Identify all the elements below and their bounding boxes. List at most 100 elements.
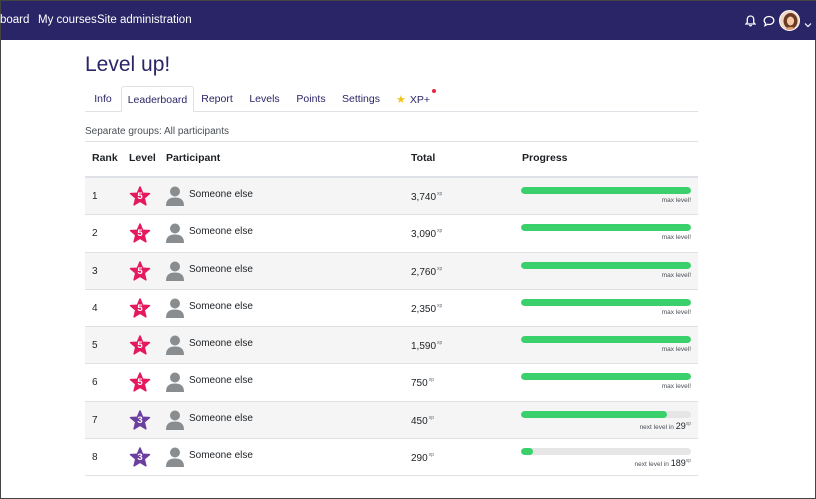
- progress-label-value: 189: [670, 458, 686, 469]
- level-badge-icon: 5: [129, 335, 151, 357]
- total-value: 2,760: [411, 266, 437, 278]
- total-value: 290: [411, 453, 428, 465]
- table-row: 1 5 Someone else 3,740xp max level!: [85, 178, 698, 216]
- xp-unit: xp: [428, 452, 434, 459]
- progress-label-text: max level!: [661, 271, 691, 279]
- table-header: Rank Level Participant Total Progress: [85, 141, 698, 178]
- xp-unit: xp: [437, 265, 443, 272]
- xp-unit: xp: [437, 191, 443, 197]
- level-badge-icon: 5: [129, 260, 151, 283]
- level-value: 5: [137, 265, 143, 277]
- level-badge-icon: 5: [129, 186, 151, 208]
- table-row: 6 5 Someone else 750xp max level!: [85, 364, 698, 402]
- level-badge-icon: 3: [129, 447, 151, 469]
- nav-site-administration-link[interactable]: Site administration: [97, 14, 192, 26]
- tab-xp-plus[interactable]: ★ XP+: [394, 86, 436, 112]
- total-xp: 2,350xp: [411, 303, 442, 315]
- progress-label: max level!: [662, 383, 691, 390]
- progress-label: max level!: [662, 309, 691, 316]
- total-xp: 290xp: [411, 452, 434, 464]
- chevron-down-icon[interactable]: [804, 16, 812, 34]
- user-avatar-icon: [165, 260, 185, 285]
- groups-label: Separate groups: All participants: [85, 126, 229, 137]
- total-value: 3,090: [411, 229, 437, 241]
- level-value: 3: [137, 452, 143, 464]
- rank-value: 7: [92, 414, 98, 426]
- tab-levels[interactable]: Levels: [242, 86, 287, 112]
- total-value: 450: [411, 415, 428, 427]
- nav-dashboard-link[interactable]: board: [0, 14, 29, 26]
- rank-value: 2: [92, 228, 98, 240]
- user-avatar-icon: [165, 222, 185, 247]
- progress-bar-fill: [521, 224, 691, 232]
- total-xp: 3,740xp: [411, 191, 442, 203]
- participant-name-link[interactable]: Someone else: [189, 450, 253, 461]
- chat-icon[interactable]: [763, 14, 775, 32]
- level-badge-icon: 5: [129, 298, 151, 320]
- header-participant: Participant: [166, 152, 221, 164]
- table-row: 7 3 Someone else 450 xp next level in 29xp: [85, 401, 698, 440]
- user-avatar-icon: [165, 409, 185, 434]
- rank-value: 1: [92, 191, 98, 202]
- total-xp: 2,760xp: [411, 266, 442, 278]
- progress-bar-fill: [521, 187, 691, 194]
- participant-name-link[interactable]: Someone else: [189, 413, 253, 424]
- tab-points[interactable]: Points: [291, 86, 331, 112]
- user-avatar[interactable]: [779, 10, 800, 31]
- bell-icon[interactable]: [744, 14, 757, 32]
- level-value: 5: [137, 340, 143, 352]
- progress-label-text: next level in: [639, 423, 674, 431]
- progress-bar: [521, 448, 691, 456]
- page-title: Level up!: [85, 53, 171, 76]
- progress-bar-fill: [521, 336, 691, 344]
- total-xp: 1,590xp: [411, 340, 442, 352]
- total-value: 3,740: [411, 192, 437, 203]
- tab-xp-plus-label: XP+: [409, 94, 430, 106]
- nav-my-courses-link[interactable]: My courses: [38, 14, 97, 26]
- tab-bar: Info Leaderboard Report Levels Points Se…: [85, 86, 698, 112]
- progress-label-text: max level!: [661, 308, 691, 316]
- level-value: 5: [137, 377, 143, 389]
- total-value: 750: [411, 378, 428, 390]
- user-avatar-icon: [165, 185, 185, 210]
- progress-label-text: max level!: [661, 383, 691, 391]
- header-progress: Progress: [522, 152, 568, 164]
- xp-unit: xp: [428, 377, 434, 384]
- progress-label-value: 29: [675, 420, 686, 431]
- participant-name-link[interactable]: Someone else: [189, 226, 253, 237]
- participant-name-link[interactable]: Someone else: [189, 375, 253, 386]
- progress-label: next level in 29xp: [640, 421, 691, 431]
- participant-name-link[interactable]: Someone else: [189, 338, 253, 349]
- progress-bar-fill: [521, 410, 668, 418]
- level-badge-icon: 5: [129, 372, 151, 394]
- star-icon: ★: [395, 94, 406, 106]
- xp-unit: xp: [685, 420, 691, 427]
- tab-settings[interactable]: Settings: [336, 86, 386, 112]
- table-body: 1 5 Someone else 3,740xp max level! 2 5 Someone…: [85, 178, 698, 477]
- tab-leaderboard[interactable]: Leaderboard: [121, 86, 194, 112]
- progress-label-text: max level!: [661, 234, 691, 242]
- tab-info[interactable]: Info: [85, 86, 121, 112]
- header-total: Total: [411, 152, 436, 164]
- user-avatar-icon: [165, 371, 185, 396]
- rank-value: 6: [92, 377, 98, 389]
- leaderboard-table: Rank Level Participant Total Progress 1 5…: [85, 141, 698, 477]
- progress-bar-fill: [521, 448, 533, 456]
- participant-name-link[interactable]: Someone else: [189, 264, 253, 275]
- progress-label-text: max level!: [661, 346, 691, 354]
- tab-report[interactable]: Report: [194, 86, 240, 112]
- level-badge-icon: 3: [129, 410, 151, 432]
- table-row: 4 5 Someone else 2,350xp max level!: [85, 290, 698, 328]
- user-avatar-icon: [165, 297, 185, 322]
- participant-name-link[interactable]: Someone else: [189, 189, 253, 200]
- level-value: 5: [137, 191, 143, 202]
- total-xp: 750xp: [411, 377, 434, 389]
- progress-label: max level!: [662, 346, 691, 353]
- participant-name-link[interactable]: Someone else: [189, 301, 253, 312]
- progress-label-text: max level!: [661, 197, 691, 204]
- progress-bar: [521, 298, 691, 306]
- table-row: 5 5 Someone else 1,590xp max level!: [85, 327, 698, 365]
- progress-label-text: next level in: [634, 461, 669, 469]
- xp-unit: xp: [437, 228, 443, 235]
- progress-label: max level!: [662, 197, 691, 204]
